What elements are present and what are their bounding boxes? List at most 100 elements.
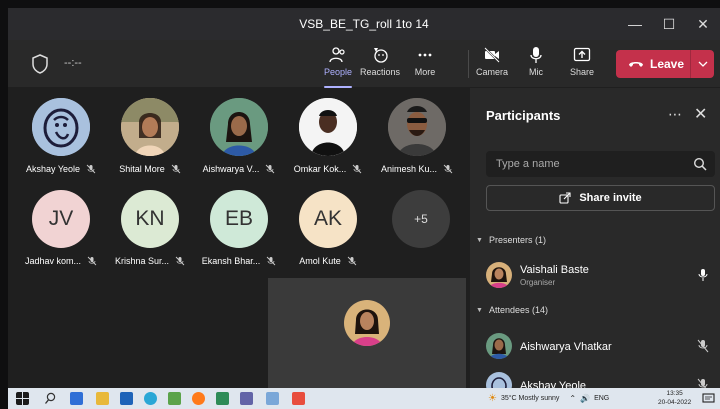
avatar xyxy=(344,300,390,346)
participant-tile[interactable]: KN Krishna Sur... xyxy=(105,182,195,272)
window-title: VSB_BE_TG_roll 1to 14 xyxy=(299,17,429,31)
clock[interactable]: 13:35 20-04-2022 xyxy=(658,389,691,407)
file-explorer-icon[interactable] xyxy=(96,392,109,405)
photos-icon[interactable] xyxy=(168,392,181,405)
share-screen-icon xyxy=(573,47,591,62)
chevron-down-icon xyxy=(698,61,707,67)
video-stage: Akshay Yeole Shital More Aishwarya V... … xyxy=(8,88,470,388)
participant-name: Aishwarya Vhatkar xyxy=(520,341,612,353)
avatar-initials: AK xyxy=(299,190,357,248)
close-panel-icon[interactable]: ✕ xyxy=(694,104,707,124)
avatar xyxy=(388,98,446,156)
clock-time: 13:35 xyxy=(666,390,683,397)
meeting-timer: --:-- xyxy=(64,57,82,69)
firefox-icon[interactable] xyxy=(192,392,205,405)
pdf-icon[interactable] xyxy=(292,392,305,405)
mail-icon[interactable] xyxy=(120,392,133,405)
more-options-icon[interactable]: ⋯ xyxy=(668,106,682,123)
people-button[interactable]: People xyxy=(316,46,360,88)
participant-tile[interactable]: EB Ekansh Bhar... xyxy=(194,182,284,272)
maximize-icon[interactable]: ☐ xyxy=(652,8,686,40)
volume-icon[interactable]: 🔊 xyxy=(580,394,590,403)
reactions-button[interactable]: Reactions xyxy=(358,46,402,84)
mic-button[interactable]: Mic xyxy=(514,46,558,84)
edge-icon[interactable] xyxy=(144,392,157,405)
participant-role: Organiser xyxy=(520,278,556,287)
mic-off-icon xyxy=(86,164,96,174)
participant-name: Aishwarya V... xyxy=(202,164,260,174)
notification-icon[interactable] xyxy=(702,392,715,405)
leave-label: Leave xyxy=(650,57,685,71)
participant-tile[interactable]: JV Jadhav kom... xyxy=(16,182,106,272)
camera-off-icon xyxy=(484,47,500,63)
search-icon[interactable] xyxy=(44,392,57,405)
mic-off-icon xyxy=(171,164,181,174)
more-button[interactable]: More xyxy=(403,46,447,84)
attendees-section-toggle[interactable]: ▼ Attendees (14) xyxy=(476,305,548,315)
reactions-label: Reactions xyxy=(359,67,401,77)
participant-name: Vaishali Baste xyxy=(520,264,589,276)
camera-button[interactable]: Camera xyxy=(470,46,514,84)
caret-down-icon: ▼ xyxy=(476,306,483,314)
participant-tile[interactable]: AK Amol Kute xyxy=(283,182,373,272)
mic-off-icon xyxy=(347,256,357,266)
mic-off-icon xyxy=(266,164,275,174)
app-icon[interactable] xyxy=(266,392,279,405)
people-label: People xyxy=(323,67,353,77)
mic-off-icon xyxy=(443,164,453,174)
share-icon xyxy=(559,192,571,204)
participant-tile[interactable]: Animesh Ku... xyxy=(372,90,462,180)
participant-name: Ekansh Bhar... xyxy=(201,256,261,266)
toolbar-divider xyxy=(468,50,469,78)
avatar xyxy=(486,262,512,288)
people-icon xyxy=(329,47,345,63)
language-indicator[interactable]: ENG xyxy=(594,395,609,402)
leave-button[interactable]: Leave xyxy=(616,50,714,78)
avatar xyxy=(32,98,90,156)
participant-tile[interactable]: Omkar Kok... xyxy=(283,90,373,180)
mic-off-icon xyxy=(697,339,709,353)
presenters-section-toggle[interactable]: ▼ Presenters (1) xyxy=(476,235,546,245)
avatar xyxy=(486,372,512,388)
participant-row[interactable]: Vaishali Baste Organiser xyxy=(486,262,715,292)
participant-name: Akshay Yeole xyxy=(25,164,81,174)
participant-row[interactable]: Akshay Yeole xyxy=(486,372,715,388)
task-view-icon[interactable] xyxy=(70,392,83,405)
weather-text[interactable]: 35°C Mostly sunny xyxy=(501,395,559,402)
participants-panel: Participants ⋯ ✕ Share invite ▼ Presente… xyxy=(470,88,720,388)
presenters-header: Presenters (1) xyxy=(488,235,546,245)
participant-name: Omkar Kok... xyxy=(293,164,347,174)
windows-start-icon[interactable] xyxy=(16,392,29,405)
avatar-initials: EB xyxy=(210,190,268,248)
excel-icon[interactable] xyxy=(216,392,229,405)
more-icon xyxy=(418,53,432,57)
more-label: More xyxy=(414,67,436,77)
participant-name: Krishna Sur... xyxy=(114,256,170,266)
participant-tile[interactable]: Shital More xyxy=(105,90,195,180)
reactions-icon xyxy=(374,48,388,63)
camera-label: Camera xyxy=(475,67,508,77)
participant-tile[interactable]: Akshay Yeole xyxy=(16,90,106,180)
participant-row[interactable]: Aishwarya Vhatkar xyxy=(486,333,715,363)
weather-icon: ☀ xyxy=(488,393,497,404)
search-icon[interactable] xyxy=(693,157,707,171)
participant-tile[interactable]: Aishwarya V... xyxy=(194,90,284,180)
share-button[interactable]: Share xyxy=(560,46,604,84)
leave-main[interactable]: Leave xyxy=(616,50,690,78)
mic-icon xyxy=(530,47,542,63)
mic-off-icon xyxy=(87,256,97,266)
leave-options-button[interactable] xyxy=(690,50,714,78)
mic-off-icon xyxy=(697,378,708,388)
participant-name: Amol Kute xyxy=(299,256,341,266)
chevron-up-icon[interactable]: ⌃ xyxy=(569,394,576,403)
share-invite-button[interactable]: Share invite xyxy=(486,185,715,211)
close-icon[interactable]: ✕ xyxy=(686,8,720,40)
share-label: Share xyxy=(569,67,595,77)
search-input[interactable] xyxy=(486,151,715,177)
minimize-icon[interactable]: — xyxy=(618,8,652,40)
avatar-initials: KN xyxy=(121,190,179,248)
avatar xyxy=(121,98,179,156)
mic-off-icon xyxy=(352,164,362,174)
more-participants-button[interactable]: +5 xyxy=(392,190,450,248)
teams-icon[interactable] xyxy=(240,392,253,405)
